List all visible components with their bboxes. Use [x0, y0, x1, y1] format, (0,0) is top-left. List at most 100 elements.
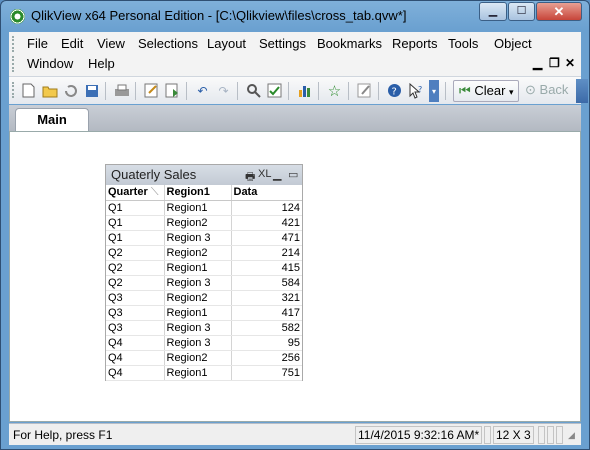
- reload-data-icon[interactable]: [164, 82, 181, 99]
- cell-quarter[interactable]: Q1: [106, 230, 165, 246]
- table-row[interactable]: Q2 Region1 415: [106, 260, 302, 276]
- menu-edit[interactable]: Edit: [61, 36, 83, 51]
- new-chart-icon[interactable]: [296, 82, 313, 99]
- resize-grip-icon[interactable]: ◢: [568, 430, 575, 441]
- cell-region[interactable]: Region 3: [164, 275, 232, 291]
- menu-window[interactable]: Window: [27, 56, 73, 71]
- cell-quarter[interactable]: Q4: [106, 365, 165, 381]
- mdi-close-icon[interactable]: ✕: [565, 56, 575, 70]
- reload-icon[interactable]: [62, 82, 79, 99]
- print-icon[interactable]: [113, 82, 130, 99]
- table-row[interactable]: Q3 Region 3 582: [106, 320, 302, 336]
- cell-quarter[interactable]: Q1: [106, 215, 165, 231]
- menu-tools[interactable]: Tools: [448, 36, 478, 51]
- cell-quarter[interactable]: Q4: [106, 335, 165, 351]
- cell-region[interactable]: Region 3: [164, 230, 232, 246]
- maximize-icon[interactable]: ▭: [288, 168, 298, 181]
- header-quarter[interactable]: Quarter ⟍: [106, 185, 165, 201]
- cell-region[interactable]: Region1: [164, 305, 232, 321]
- menu-help[interactable]: Help: [88, 56, 115, 71]
- cell-region[interactable]: Region1: [164, 260, 232, 276]
- cell-value[interactable]: 417: [231, 305, 302, 321]
- back-button[interactable]: ⊙ Back: [525, 80, 577, 102]
- table-row[interactable]: Q2 Region2 214: [106, 245, 302, 261]
- header-region1[interactable]: Region1: [164, 185, 232, 201]
- cell-value[interactable]: 415: [231, 260, 302, 276]
- add-bookmark-star-icon[interactable]: ☆: [326, 82, 343, 100]
- table-row[interactable]: Q3 Region1 417: [106, 305, 302, 321]
- cell-value[interactable]: 321: [231, 290, 302, 306]
- menu-reports[interactable]: Reports: [392, 36, 438, 51]
- cell-quarter[interactable]: Q2: [106, 245, 165, 261]
- cell-region[interactable]: Region2: [164, 290, 232, 306]
- send-to-excel-icon[interactable]: XL: [258, 168, 271, 180]
- mdi-minimize-icon[interactable]: ▁: [533, 56, 542, 70]
- table-row[interactable]: Q2 Region 3 584: [106, 275, 302, 291]
- title-bar[interactable]: QlikView x64 Personal Edition - [C:\Qlik…: [1, 1, 589, 31]
- select-fields-icon[interactable]: [266, 82, 283, 99]
- minimize-icon[interactable]: ▁: [273, 168, 281, 181]
- cell-quarter[interactable]: Q2: [106, 260, 165, 276]
- help-icon[interactable]: ?: [386, 82, 403, 99]
- redo-icon[interactable]: ↷: [215, 82, 232, 99]
- table-caption[interactable]: Quaterly Sales 🖶 XL ▁ ▭: [106, 165, 302, 185]
- table-box-quaterly-sales[interactable]: Quaterly Sales 🖶 XL ▁ ▭ Quarter ⟍ Region…: [105, 164, 303, 381]
- clear-button[interactable]: ⏮ Clear ▾: [453, 80, 519, 102]
- toolbar-overflow-icon[interactable]: ▾: [429, 80, 439, 102]
- menu-selections[interactable]: Selections: [138, 36, 198, 51]
- mdi-restore-icon[interactable]: ❐: [549, 56, 560, 70]
- menu-object[interactable]: Object: [494, 36, 532, 51]
- cell-quarter[interactable]: Q4: [106, 350, 165, 366]
- table-row[interactable]: Q1 Region 3 471: [106, 230, 302, 246]
- cell-value[interactable]: 582: [231, 320, 302, 336]
- context-help-icon[interactable]: ?: [407, 82, 424, 99]
- edit-report-icon[interactable]: [356, 82, 373, 99]
- minimize-button[interactable]: ▁: [479, 2, 507, 21]
- cell-value[interactable]: 214: [231, 245, 302, 261]
- cell-region[interactable]: Region1: [164, 365, 232, 381]
- cell-value[interactable]: 751: [231, 365, 302, 381]
- menu-bookmarks[interactable]: Bookmarks: [317, 36, 382, 51]
- cell-region[interactable]: Region2: [164, 245, 232, 261]
- cell-quarter[interactable]: Q3: [106, 320, 165, 336]
- menu-layout[interactable]: Layout: [207, 36, 246, 51]
- cell-region[interactable]: Region 3: [164, 320, 232, 336]
- close-button[interactable]: ✕: [536, 2, 582, 21]
- toolbar-grip[interactable]: [12, 82, 15, 98]
- table-row[interactable]: Q4 Region 3 95: [106, 335, 302, 351]
- cell-value[interactable]: 124: [231, 200, 302, 216]
- menu-file[interactable]: File: [27, 36, 48, 51]
- cell-region[interactable]: Region2: [164, 215, 232, 231]
- undo-icon[interactable]: ↶: [194, 82, 211, 99]
- header-data[interactable]: Data: [231, 185, 302, 201]
- table-row[interactable]: Q3 Region2 321: [106, 290, 302, 306]
- cell-quarter[interactable]: Q2: [106, 275, 165, 291]
- cell-value[interactable]: 95: [231, 335, 302, 351]
- new-document-icon[interactable]: [20, 82, 37, 99]
- table-row[interactable]: Q4 Region1 751: [106, 365, 302, 381]
- cell-value[interactable]: 584: [231, 275, 302, 291]
- menu-settings[interactable]: Settings: [259, 36, 306, 51]
- cell-quarter[interactable]: Q1: [106, 200, 165, 216]
- table-row[interactable]: Q4 Region2 256: [106, 350, 302, 366]
- open-folder-icon[interactable]: [41, 82, 58, 99]
- cell-value[interactable]: 421: [231, 215, 302, 231]
- menu-grip[interactable]: [12, 36, 15, 52]
- cell-region[interactable]: Region1: [164, 200, 232, 216]
- menu-view[interactable]: View: [97, 36, 125, 51]
- toolbar-more-icon[interactable]: [576, 79, 588, 103]
- cell-quarter[interactable]: Q3: [106, 290, 165, 306]
- edit-script-icon[interactable]: [143, 82, 160, 99]
- tab-main[interactable]: Main: [15, 108, 89, 131]
- cell-quarter[interactable]: Q3: [106, 305, 165, 321]
- save-icon[interactable]: [83, 82, 100, 99]
- maximize-button[interactable]: ☐: [508, 2, 535, 21]
- menu-grip-2[interactable]: [12, 56, 15, 72]
- table-row[interactable]: Q1 Region2 421: [106, 215, 302, 231]
- cell-value[interactable]: 256: [231, 350, 302, 366]
- table-row[interactable]: Q1 Region1 124: [106, 200, 302, 216]
- cell-value[interactable]: 471: [231, 230, 302, 246]
- cell-region[interactable]: Region 3: [164, 335, 232, 351]
- search-icon[interactable]: [245, 82, 262, 99]
- cell-region[interactable]: Region2: [164, 350, 232, 366]
